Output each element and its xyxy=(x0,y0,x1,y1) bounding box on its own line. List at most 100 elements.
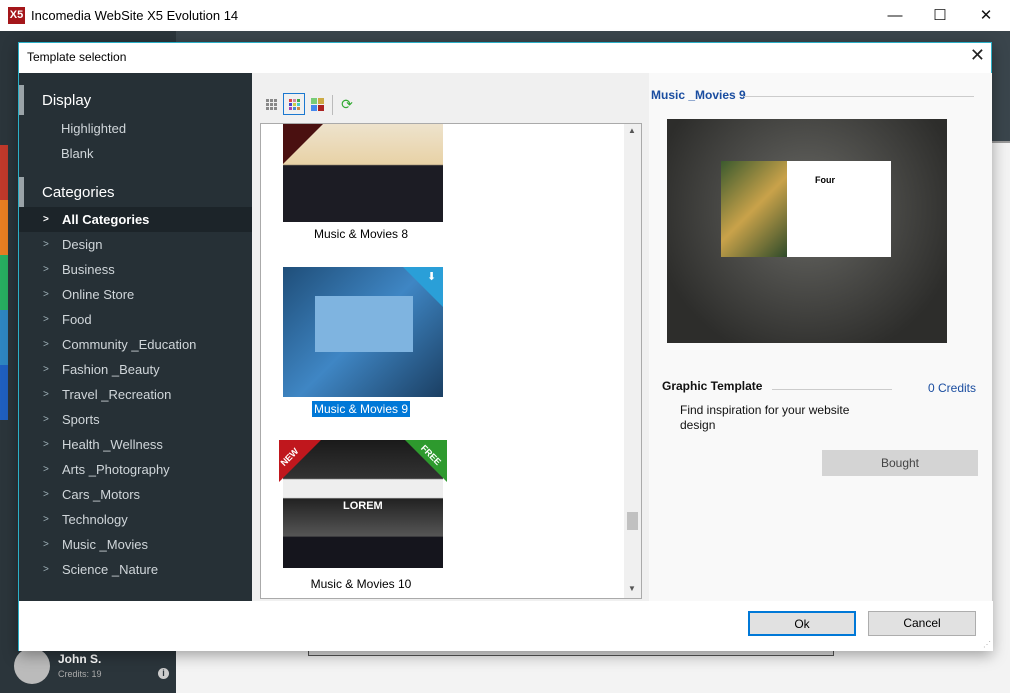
resize-grip-icon[interactable]: ⋰ xyxy=(983,640,991,649)
template-description: Find inspiration for your website design xyxy=(680,403,850,432)
window-titlebar: X5 Incomedia WebSite X5 Evolution 14 — ☐… xyxy=(0,0,1010,31)
category-label: Fashion _Beauty xyxy=(62,362,160,377)
color-strip xyxy=(0,200,8,255)
category-item[interactable]: > Food xyxy=(19,307,252,332)
category-item[interactable]: > Sports xyxy=(19,407,252,432)
category-label: Arts _Photography xyxy=(62,462,170,477)
preview-photo xyxy=(721,161,787,257)
cancel-button[interactable]: Cancel xyxy=(868,611,976,636)
category-label: Sports xyxy=(62,412,100,427)
small-grid-icon[interactable] xyxy=(260,93,282,115)
section-marker xyxy=(19,85,24,115)
app-logo: X5 xyxy=(8,7,25,24)
color-strip xyxy=(0,310,8,365)
color-strip xyxy=(0,145,8,200)
thumbnail-content xyxy=(315,296,413,352)
category-item[interactable]: > Technology xyxy=(19,507,252,532)
large-grid-icon[interactable] xyxy=(306,93,328,115)
refresh-icon[interactable]: ⟳ xyxy=(336,93,358,115)
category-label: Business xyxy=(62,262,115,277)
bought-button[interactable]: Bought xyxy=(822,450,978,476)
info-icon[interactable]: i xyxy=(158,668,169,679)
template-type: Graphic Template xyxy=(662,379,763,393)
category-label: Science _Nature xyxy=(62,562,159,577)
chevron-right-icon: > xyxy=(43,539,49,550)
template-caption-selected[interactable]: Music & Movies 9 xyxy=(261,401,461,417)
display-heading: Display xyxy=(42,92,92,109)
category-item[interactable]: > All Categories xyxy=(19,207,252,232)
template-caption[interactable]: Music & Movies 10 xyxy=(261,577,461,591)
chevron-right-icon: > xyxy=(43,339,49,350)
vertical-scrollbar[interactable]: ▲ ▼ xyxy=(624,124,641,598)
template-credits: 0 Credits xyxy=(928,381,977,395)
category-item[interactable]: > Online Store xyxy=(19,282,252,307)
filter-sidebar: Display Highlighted Blank Categories > Al… xyxy=(19,73,252,601)
category-label: Music _Movies xyxy=(62,537,148,552)
divider xyxy=(990,141,1010,143)
divider xyxy=(332,95,333,115)
scroll-down-button[interactable]: ▼ xyxy=(628,584,636,593)
divider xyxy=(772,389,892,390)
category-item[interactable]: > Cars _Motors xyxy=(19,482,252,507)
dialog-close-button[interactable]: ✕ xyxy=(970,45,985,66)
template-preview-image: Four xyxy=(667,119,947,343)
categories-heading: Categories xyxy=(42,184,115,201)
template-selection-dialog: Template selection ✕ Display Highlighted… xyxy=(18,42,993,651)
category-label: Technology xyxy=(62,512,128,527)
section-marker xyxy=(19,177,24,207)
category-item[interactable]: > Arts _Photography xyxy=(19,457,252,482)
category-item[interactable]: > Community _Education xyxy=(19,332,252,357)
template-details: Music _Movies 9 Four Graphic Template 0 … xyxy=(649,73,992,601)
template-browser: ⟳ Music & Movies 8 ⬇ Music & Movies 9 LO… xyxy=(252,73,649,601)
chevron-right-icon: > xyxy=(43,314,49,325)
ok-button[interactable]: Ok xyxy=(748,611,856,636)
scrollbar-thumb[interactable] xyxy=(627,512,638,530)
category-label: Health _Wellness xyxy=(62,437,163,452)
thumbnail-text: LOREM xyxy=(343,500,383,512)
category-item[interactable]: > Fashion _Beauty xyxy=(19,357,252,382)
category-label: Cars _Motors xyxy=(62,487,141,502)
chevron-right-icon: > xyxy=(43,264,49,275)
dialog-title: Template selection xyxy=(27,50,127,64)
category-label: Travel _Recreation xyxy=(62,387,172,402)
category-item[interactable]: > Science _Nature xyxy=(19,557,252,582)
preview-heading: Four xyxy=(815,175,835,185)
display-option-blank[interactable]: Blank xyxy=(61,146,94,161)
category-item[interactable]: > Music _Movies xyxy=(19,532,252,557)
color-strip xyxy=(0,365,8,420)
preview-title: Music _Movies 9 xyxy=(651,88,746,102)
chevron-right-icon: > xyxy=(43,564,49,575)
chevron-right-icon: > xyxy=(43,364,49,375)
divider xyxy=(744,96,974,97)
category-label: Design xyxy=(62,237,103,252)
category-item[interactable]: > Design xyxy=(19,232,252,257)
dialog-footer: Ok Cancel ⋰ xyxy=(19,601,993,651)
download-badge xyxy=(403,267,443,307)
chevron-right-icon: > xyxy=(43,289,49,300)
display-option-highlighted[interactable]: Highlighted xyxy=(61,121,126,136)
template-caption[interactable]: Music & Movies 8 xyxy=(261,227,461,241)
maximize-button[interactable]: ☐ xyxy=(917,0,963,31)
chevron-right-icon: > xyxy=(43,414,49,425)
download-icon: ⬇ xyxy=(427,271,437,283)
avatar[interactable] xyxy=(14,648,50,684)
category-label: Online Store xyxy=(62,287,135,302)
medium-grid-icon[interactable] xyxy=(283,93,305,115)
chevron-right-icon: > xyxy=(43,514,49,525)
chevron-right-icon: > xyxy=(43,464,49,475)
chevron-right-icon: > xyxy=(43,214,49,225)
close-button[interactable]: ✕ xyxy=(963,0,1009,31)
scroll-up-button[interactable]: ▲ xyxy=(628,126,636,135)
category-item[interactable]: > Travel _Recreation xyxy=(19,382,252,407)
category-label: Food xyxy=(62,312,92,327)
color-strip xyxy=(0,255,8,310)
category-item[interactable]: > Business xyxy=(19,257,252,282)
thumbnail-corner xyxy=(283,124,323,164)
chevron-right-icon: > xyxy=(43,389,49,400)
user-credits: Credits: 19 xyxy=(58,669,102,679)
chevron-right-icon: > xyxy=(43,489,49,500)
minimize-button[interactable]: — xyxy=(872,0,918,31)
template-list: Music & Movies 8 ⬇ Music & Movies 9 LORE… xyxy=(260,123,642,599)
category-item[interactable]: > Health _Wellness xyxy=(19,432,252,457)
user-name: John S. xyxy=(58,652,102,666)
